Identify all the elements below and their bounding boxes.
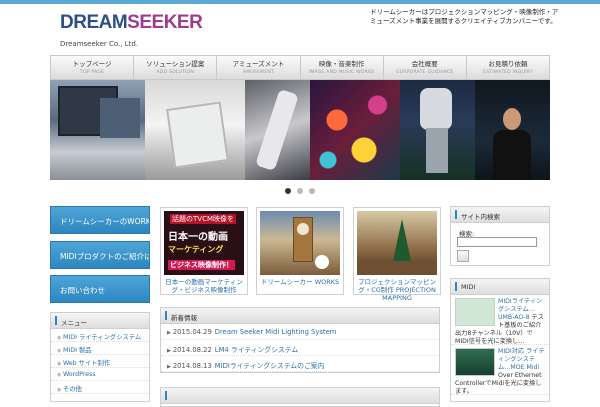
news-link[interactable]: MIDIライティングシステムのご案内 (215, 362, 325, 370)
search-input[interactable] (457, 237, 537, 247)
news-item: ▶ 2014.08.22 LM4 ライティングシステム (161, 340, 439, 356)
feature-projection-mapping[interactable]: プロジェクションマッピング・CG制作 PROJECTION MAPPING (353, 207, 441, 302)
slider-dot-3[interactable] (309, 188, 315, 194)
building-shape (100, 98, 140, 138)
news-date: 2015.04.29 (172, 328, 212, 336)
left-menu: メニュー MIDI ライティングシステム MIDI 製品 Web サイト制作 W… (50, 312, 150, 402)
nav-sublabel: TOP PAGE (79, 70, 105, 75)
arrow-icon: ▶ (167, 348, 171, 354)
nav-item-amusement[interactable]: アミューズメント AMUSEMENT (217, 56, 301, 79)
main-nav: トップページ TOP PAGE ソリューション提案 ADD SOLUTION アミュ… (50, 55, 550, 80)
nav-label: 会社概要 (411, 60, 438, 68)
midi-widget: MIDI MIDIライティングシステム…UMB-AO-8 テスト基板のご紹介 出… (450, 278, 550, 402)
left-menu-item[interactable]: Web サイト制作 (51, 355, 149, 368)
feature-works[interactable]: ドリームシーカー WORKS (256, 207, 344, 295)
top-accent-bar (0, 0, 600, 4)
nav-item-corporate[interactable]: 会社概要 CORPORATE GUIDANCE (384, 56, 467, 79)
hero-panel-person (475, 80, 550, 180)
news-item: ▶ 2014.08.13 MIDIライティングシステムのご案内 (161, 356, 439, 372)
header-description: ドリームシーカーはプロジェクションマッピング・映像制作・アミューズメント事業を展… (370, 8, 559, 25)
nav-label: アミューズメント (232, 60, 285, 68)
midi-item: MIDI対応 ライティングシステム…MOE Midi Over Ethernet… (451, 345, 549, 395)
search-button[interactable] (457, 250, 469, 262)
nav-item-solution[interactable]: ソリューション提案 ADD SOLUTION (134, 56, 218, 79)
hero-panel-robot-arm (245, 80, 310, 180)
search-widget: サイト内検索 検索: (450, 206, 550, 266)
left-menu-item[interactable]: WordPress (51, 368, 149, 381)
nav-label: トップページ (72, 60, 112, 68)
midi-products-button[interactable]: MIDIプロダクトのご紹介はこちら (50, 241, 150, 269)
nav-label: ソリューション提案 (146, 60, 205, 68)
robot-head-shape (420, 88, 452, 130)
left-menu-item[interactable]: その他 (51, 381, 149, 394)
news-title: 新着情報 (161, 308, 439, 324)
midi-thumbnail[interactable] (455, 298, 495, 326)
hero-panel-device (145, 80, 245, 180)
site-logo[interactable]: DREAMSEEKER (60, 12, 203, 34)
nav-item-top[interactable]: トップページ TOP PAGE (51, 56, 135, 79)
logo-part-1: DREAM (60, 12, 128, 33)
nav-sublabel: ADD SOLUTION (156, 70, 195, 75)
feature-video-marketing[interactable]: 話題のTVCM映像を 日本一の動画 マーケティング ビジネス映像制作！ 日本一の… (160, 207, 248, 295)
feature-image-text: マーケティング (168, 245, 224, 254)
hero-panel-building (50, 80, 145, 180)
news-box: 新着情報 ▶ 2015.04.29 Dream Seeker Midi Lighti… (160, 307, 440, 373)
news-date: 2014.08.22 (172, 346, 212, 354)
slider-dot-1[interactable] (285, 188, 291, 194)
news-item: ▶ 2015.04.29 Dream Seeker Midi Lighting Sy… (161, 324, 439, 340)
secondary-box (160, 387, 440, 407)
feature-image: 話題のTVCM映像を 日本一の動画 マーケティング ビジネス映像制作！ (164, 211, 244, 275)
device-shape (166, 101, 229, 169)
search-title: サイト内検索 (451, 207, 549, 223)
clock-face-shape (297, 223, 309, 235)
hall-shape (357, 261, 437, 275)
news-link[interactable]: LM4 ライティングシステム (215, 346, 298, 354)
robot-face-shape (315, 255, 329, 269)
hero-slider[interactable] (50, 80, 550, 180)
feature-image (357, 211, 437, 275)
arrow-icon: ▶ (167, 364, 171, 370)
news-link[interactable]: Dream Seeker Midi Lighting System (215, 328, 337, 336)
robot-body-shape (426, 128, 448, 173)
feature-image-text: ビジネス映像制作！ (168, 260, 235, 270)
nav-sublabel: IMAGE AND MUSIC WORKS (308, 70, 375, 75)
person-body-shape (493, 130, 531, 180)
left-menu-item[interactable]: MIDI ライティングシステム (51, 329, 149, 342)
secondary-box-title (161, 388, 439, 404)
nav-label: 映像・音楽制作 (318, 60, 365, 68)
nav-label: お見積り依頼 (488, 60, 528, 68)
works-button[interactable]: ドリームシーカーのWORKS (50, 206, 150, 234)
tree-shape (393, 219, 411, 261)
news-date: 2014.08.13 (172, 362, 212, 370)
nav-sublabel: CORPORATE GUIDANCE (396, 70, 454, 75)
company-name: Dreamseeker Co., Ltd. (60, 40, 139, 48)
arrow-icon: ▶ (167, 330, 171, 336)
hero-panel-robot (400, 80, 475, 180)
robot-arm-shape (255, 88, 299, 172)
left-menu-title: メニュー (51, 313, 149, 329)
midi-link[interactable]: MIDI対応 ライティングシステム…MOE Midi (498, 348, 545, 371)
midi-thumbnail[interactable] (455, 348, 495, 376)
feature-image-text: 話題のTVCM映像を (170, 214, 236, 224)
feature-caption: ドリームシーカー WORKS (260, 278, 340, 286)
midi-item: MIDIライティングシステム…UMB-AO-8 テスト基板のご紹介 出力8チャン… (451, 295, 549, 345)
nav-item-works[interactable]: 映像・音楽制作 IMAGE AND MUSIC WORKS (301, 56, 384, 79)
feature-caption: プロジェクションマッピング・CG制作 PROJECTION MAPPING (358, 278, 436, 302)
feature-image (260, 211, 340, 275)
logo-part-2: SEEKER (127, 12, 203, 33)
person-head-shape (503, 108, 521, 130)
hero-panel-flowers (310, 80, 400, 180)
nav-item-inquiry[interactable]: お見積り依頼 ESTIMATED INQUIRY (467, 56, 549, 79)
nav-sublabel: AMUSEMENT (242, 70, 275, 75)
feature-caption: 日本一の動画マーケティング・ビジネス映像制作 (165, 278, 243, 294)
nav-sublabel: ESTIMATED INQUIRY (483, 70, 533, 75)
midi-title: MIDI (451, 279, 549, 295)
contact-button[interactable]: お問い合わせ (50, 275, 150, 303)
slider-dot-2[interactable] (297, 188, 303, 194)
left-menu-item[interactable]: MIDI 製品 (51, 342, 149, 355)
feature-image-text: 日本一の動画 (168, 232, 228, 243)
slider-dots (285, 188, 315, 194)
